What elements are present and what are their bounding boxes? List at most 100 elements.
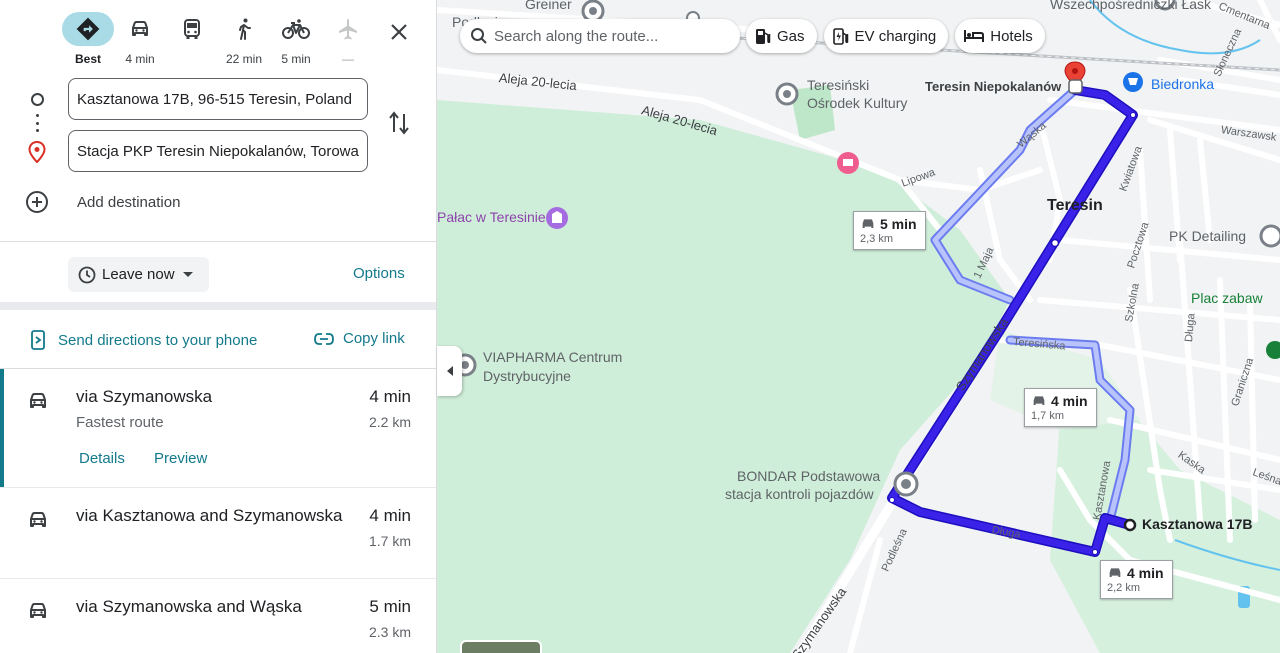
mode-flight[interactable]: —: [322, 12, 374, 66]
chevron-left-icon: [446, 366, 453, 376]
map-place-bondar-line1: BONDAR Podstawowa: [737, 468, 881, 484]
map-canvas[interactable]: Greiner Podlasie Teresiński Ośrodek Kult…: [437, 0, 1280, 653]
route-bubble-distance: 1,7 km: [1031, 410, 1065, 422]
map-place-greiner: Greiner: [525, 0, 572, 12]
hotels-chip-label: Hotels: [990, 27, 1033, 45]
walk-icon: [218, 12, 270, 46]
ev-charging-chip-label: EV charging: [854, 27, 937, 45]
map-origin-label: Kasztanowa 17B: [1142, 516, 1253, 532]
send-directions-label: Send directions to your phone: [58, 331, 258, 349]
car-icon: [1033, 396, 1045, 405]
add-destination-label: Add destination: [77, 193, 181, 211]
layers-thumbnail-button[interactable]: [460, 640, 542, 653]
collapse-panel-button[interactable]: [437, 346, 462, 396]
mode-flight-label: —: [342, 52, 354, 66]
car-icon: [1109, 568, 1121, 577]
route-time: 5 min: [369, 597, 411, 616]
hotels-chip[interactable]: Hotels: [955, 19, 1045, 53]
clock-icon: [78, 266, 96, 283]
search-icon: [471, 28, 487, 44]
route-bubble-distance: 2,2 km: [1107, 582, 1141, 594]
car-icon: [30, 603, 46, 618]
route-distance: 2.3 km: [368, 624, 411, 640]
leave-now-label: Leave now: [102, 266, 175, 283]
route-title: via Szymanowska and Wąska: [76, 597, 302, 616]
route-preview-button[interactable]: Preview: [154, 450, 207, 467]
route-bubble-2[interactable]: 4 min 1,7 km: [1024, 388, 1097, 427]
car-icon: [114, 12, 166, 46]
route-bubble-time: 4 min: [1051, 393, 1088, 409]
origin-input[interactable]: [68, 78, 368, 120]
route-title: via Kasztanowa and Szymanowska: [76, 506, 343, 525]
route-option-2[interactable]: via Kasztanowa and Szymanowska 4 min 1.7…: [0, 488, 436, 578]
gas-chip-label: Gas: [777, 27, 805, 45]
mode-bike-label: 5 min: [281, 52, 311, 66]
map-place-viapharma-line1: VIAPHARMA Centrum: [483, 349, 623, 365]
copy-link-label: Copy link: [343, 330, 405, 347]
route-distance: 1.7 km: [368, 533, 411, 549]
add-circle-icon: [26, 191, 48, 213]
car-icon: [862, 219, 874, 228]
link-icon: [314, 332, 334, 345]
route-title: via Szymanowska: [76, 387, 213, 406]
hotel-bed-icon: [964, 30, 985, 42]
map-place-wszechpolski: Wszechpośredniczki Łask: [1050, 0, 1212, 12]
map-place-palac: Pałac w Teresinie: [437, 209, 546, 225]
options-button[interactable]: Options: [353, 265, 405, 282]
search-along-route-input[interactable]: [494, 27, 724, 45]
map-place-teresin: Teresin: [1047, 197, 1103, 214]
route-option-1[interactable]: via Szymanowska 4 min Fastest route 2.2 …: [0, 369, 436, 487]
mode-bike[interactable]: 5 min: [270, 12, 322, 66]
gas-chip[interactable]: Gas: [746, 19, 817, 53]
route-option-3[interactable]: via Szymanowska and Wąska 5 min 2.3 km: [0, 579, 436, 653]
leave-now-dropdown[interactable]: Leave now: [68, 257, 209, 292]
street-dluga-1: Długa: [1183, 312, 1198, 343]
route-distance: 2.2 km: [368, 414, 411, 430]
map-place-pk-detailing: PK Detailing: [1169, 228, 1247, 244]
directions-panel: Best 4 min 22 min 5 min — Kasztanowa 17B…: [0, 0, 437, 653]
bike-icon: [270, 12, 322, 46]
add-destination-button[interactable]: Add destination: [25, 190, 180, 214]
travel-mode-bar: Best 4 min 22 min 5 min —: [62, 12, 374, 66]
car-icon: [30, 393, 46, 408]
mode-best[interactable]: Best: [62, 12, 114, 66]
send-directions-button[interactable]: Send directions to your phone: [30, 330, 257, 350]
route-bubble-3[interactable]: 4 min 2,2 km: [1100, 560, 1173, 599]
copy-link-button[interactable]: Copy link: [314, 330, 405, 347]
swap-icon: [389, 111, 409, 135]
map-place-viapharma-line2: Dystrybucyjne: [483, 368, 571, 384]
map-chip-row: Gas EV charging Hotels: [460, 19, 1052, 53]
plane-icon: [322, 12, 374, 46]
map-place-biedronka: Biedronka: [1151, 76, 1215, 92]
send-to-phone-icon: [31, 330, 45, 350]
destination-input[interactable]: [68, 130, 368, 172]
route-time: 4 min: [369, 387, 411, 406]
origin-circle-icon: [31, 93, 44, 106]
ev-charging-icon: [832, 28, 848, 45]
map-place-plac-zabaw: Plac zabaw: [1191, 290, 1263, 306]
destination-pin-icon: [28, 140, 46, 168]
route-details-button[interactable]: Details: [79, 450, 125, 467]
ev-charging-chip[interactable]: EV charging: [823, 19, 949, 53]
close-directions-button[interactable]: [385, 18, 413, 46]
route-bubble-time: 4 min: [1127, 565, 1164, 581]
section-divider: [0, 302, 436, 310]
car-icon: [30, 512, 46, 527]
mode-best-label: Best: [74, 52, 101, 66]
mode-car-label: 4 min: [125, 52, 155, 66]
waypoint-connector-icon: [36, 114, 39, 132]
divider: [0, 241, 436, 242]
route-bubble-1[interactable]: 5 min 2,3 km: [853, 211, 926, 250]
mode-walk[interactable]: 22 min: [218, 12, 270, 66]
caret-down-icon: [182, 272, 193, 277]
gas-station-icon: [756, 29, 771, 44]
search-along-route[interactable]: [460, 19, 740, 53]
swap-waypoints-button[interactable]: [385, 108, 413, 138]
mode-transit[interactable]: [166, 12, 218, 66]
mode-car[interactable]: 4 min: [114, 12, 166, 66]
close-icon: [391, 24, 407, 40]
mode-walk-label: 22 min: [225, 52, 263, 66]
directions-diamond-icon: [62, 12, 114, 46]
bus-icon: [166, 12, 218, 46]
map-place-osrodek: Ośrodek Kultury: [807, 95, 908, 111]
